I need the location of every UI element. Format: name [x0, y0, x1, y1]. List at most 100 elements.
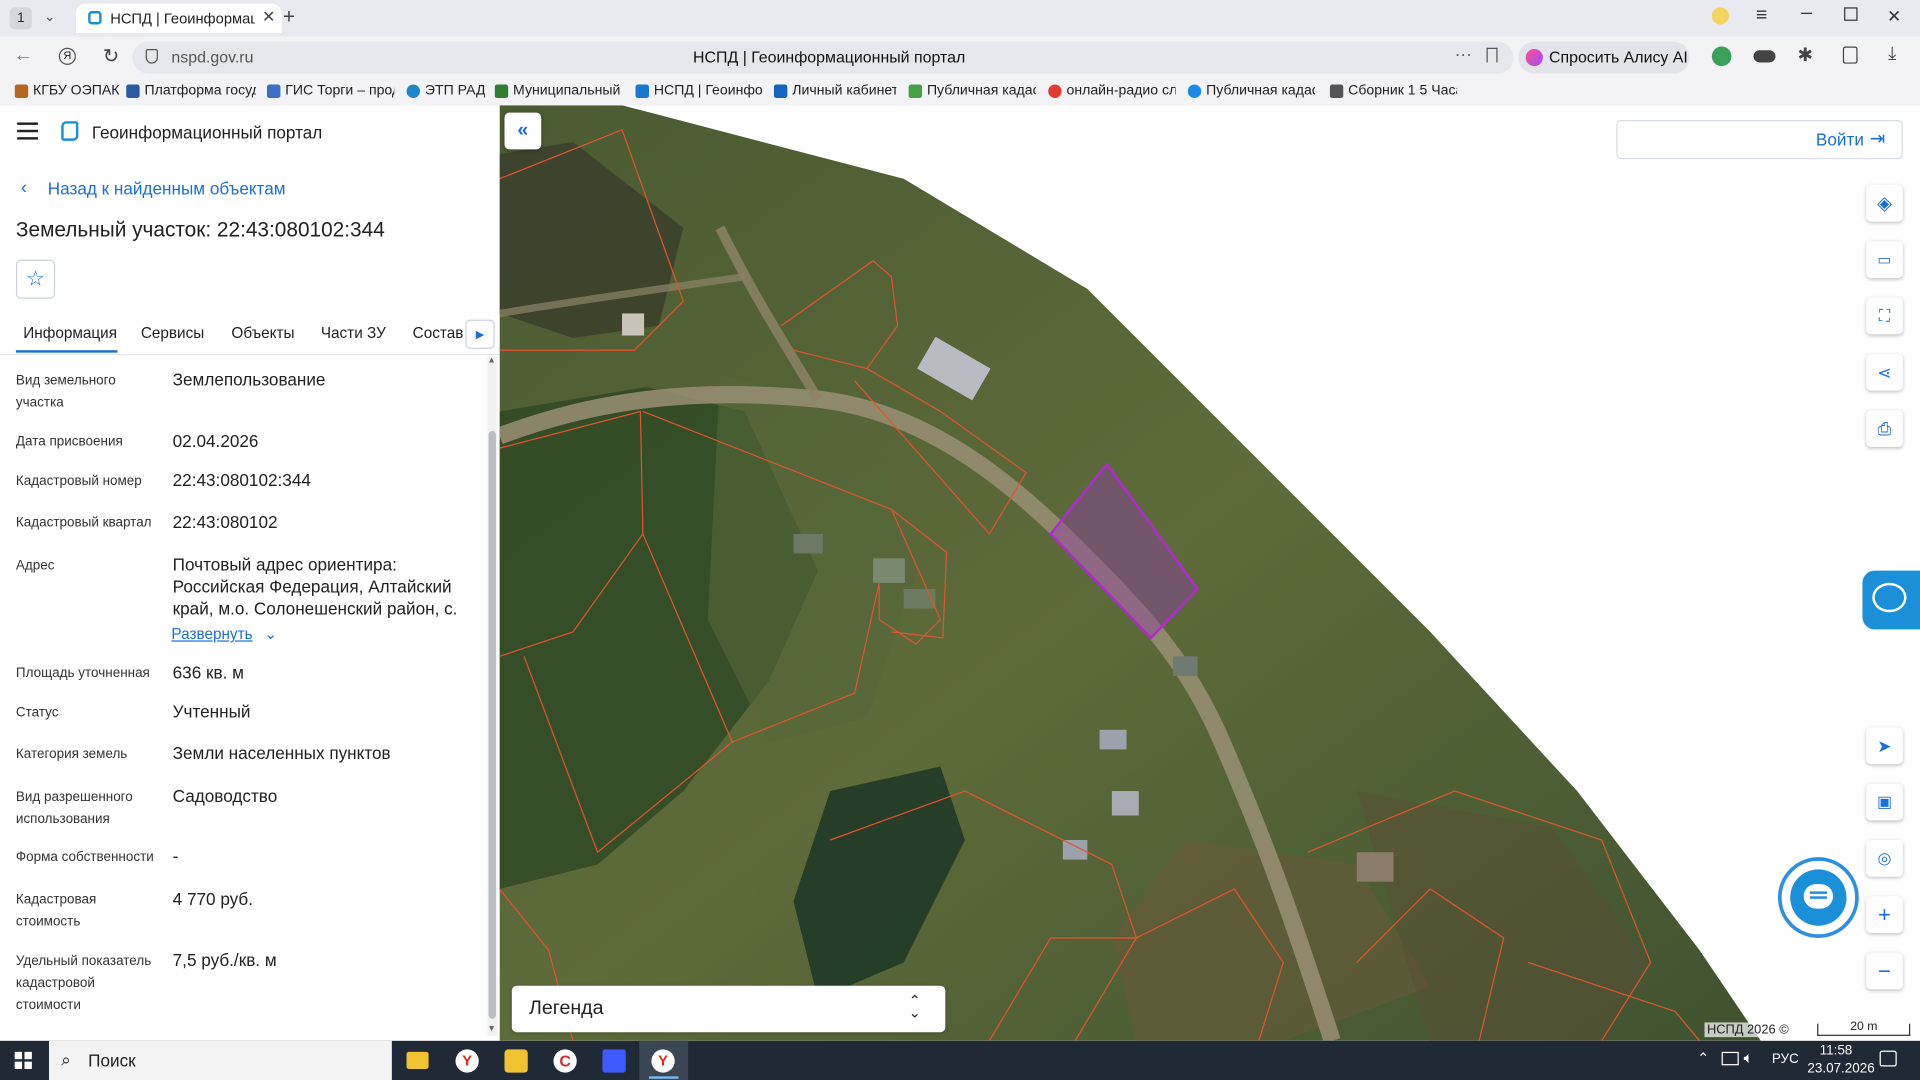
field-value: 02.04.2026	[172, 431, 259, 451]
puzzle-icon[interactable]: ✱	[1798, 44, 1813, 66]
active-tab[interactable]: НСПД | Геоинформаци ✕	[75, 3, 282, 34]
login-button[interactable]: Войти ⇥	[1616, 120, 1903, 160]
app-icon[interactable]	[504, 1049, 528, 1073]
bookmark-label: Платформа госуд	[144, 83, 256, 98]
favorite-button[interactable]: ☆	[15, 259, 56, 299]
plus-icon: +	[1878, 901, 1891, 927]
bookmark-favicon-icon	[1329, 83, 1344, 98]
alice-icon	[1525, 48, 1543, 67]
bookmark-item[interactable]: Платформа госуд	[126, 83, 256, 98]
zoom-in-button[interactable]: +	[1866, 896, 1903, 934]
minimize-icon[interactable]: –	[1801, 2, 1812, 24]
bookmark-item[interactable]: НСПД | Геоинфор	[635, 83, 763, 98]
url-field[interactable]: nspd.gov.ru НСПД | Геоинформационный пор…	[132, 41, 1514, 74]
protect-icon[interactable]	[1711, 46, 1732, 67]
chat-widget-tab[interactable]	[1862, 570, 1920, 630]
back-link[interactable]: Назад к найденным объектам	[48, 179, 286, 199]
new-tab-icon[interactable]: +	[283, 5, 295, 29]
field-label: Форма собственности	[15, 849, 154, 865]
bookmark-item[interactable]: КГБУ ОЭПАК	[14, 83, 120, 98]
satellite-map[interactable]	[499, 105, 1920, 1041]
alice-label: Спросить Алису AI	[1548, 47, 1688, 67]
tabs-scroll-right-button[interactable]: ▶	[465, 319, 495, 349]
tab-counter[interactable]: 1	[9, 7, 32, 30]
app-c-icon[interactable]: C	[553, 1049, 577, 1073]
clock-time[interactable]: 11:58	[1820, 1043, 1853, 1058]
yandex-browser-icon[interactable]: Y	[455, 1049, 479, 1073]
bookmark-item[interactable]: Муниципальный	[494, 83, 622, 98]
layers-button[interactable]: ◈	[1866, 184, 1903, 222]
collections-icon[interactable]	[1842, 46, 1858, 64]
scroll-up-arrow-icon[interactable]: ▲	[487, 356, 495, 365]
support-chat-button[interactable]	[1777, 857, 1859, 938]
download-icon[interactable]: ⤓	[1888, 43, 1896, 64]
geo-search-icon: ◎	[1877, 848, 1892, 867]
bookmark-item[interactable]: онлайн-радио слу	[1048, 83, 1176, 98]
clock-date[interactable]: 23.07.2026	[1807, 1062, 1874, 1077]
bookmark-label: Личный кабинет	[792, 83, 897, 98]
tab-parts[interactable]: Части ЗУ	[321, 324, 386, 341]
share-button[interactable]: ⋖	[1866, 353, 1903, 391]
scroll-down-arrow-icon[interactable]: ▼	[487, 1025, 495, 1034]
more-dots-icon[interactable]: ···	[1455, 44, 1472, 64]
volume-icon[interactable]: 🔈︎	[1744, 1048, 1754, 1068]
bookmark-icon[interactable]	[1486, 47, 1498, 63]
tab-information[interactable]: Информация	[23, 324, 117, 341]
close-tab-icon[interactable]: ✕	[262, 7, 275, 27]
tab-services[interactable]: Сервисы	[141, 324, 204, 341]
field-label: Вид разрешенного использования	[15, 789, 133, 827]
notifications-icon[interactable]	[1879, 1050, 1897, 1067]
bookmark-label: Муниципальный	[513, 83, 621, 98]
expand-link[interactable]: Развернуть ⌄	[171, 624, 277, 643]
extension-cloud-icon[interactable]	[1753, 50, 1776, 63]
bookmark-item[interactable]: Публичная кадас	[908, 83, 1036, 98]
zoom-out-button[interactable]: −	[1866, 952, 1903, 990]
ruler-button[interactable]: ▭	[1866, 241, 1903, 278]
sparkle-icon[interactable]	[1711, 7, 1729, 25]
back-arrow-icon[interactable]: ←	[13, 45, 33, 67]
bookmark-favicon-icon	[266, 83, 281, 98]
bookmark-item[interactable]: ГИС Торги – прод	[266, 83, 394, 98]
url-text: nspd.gov.ru	[171, 47, 254, 67]
close-window-icon[interactable]: ✕	[1887, 6, 1901, 27]
geo-search-button[interactable]: ◎	[1866, 840, 1903, 877]
bookmark-item[interactable]: Сборник 1 5 Часа	[1329, 83, 1457, 98]
taskbar-search-box[interactable]: ⌕ Поиск	[48, 1040, 392, 1080]
caret-right-icon: ▶	[475, 328, 485, 341]
field-label: Кадастровый номер	[15, 473, 142, 489]
bookmark-item[interactable]: Публичная кадас	[1187, 83, 1315, 98]
restore-icon[interactable]	[1844, 7, 1858, 21]
tabs-dropdown-icon[interactable]: ⌄	[44, 9, 55, 25]
tab-objects[interactable]: Объекты	[231, 324, 294, 341]
panel-scrollbar-thumb[interactable]	[488, 431, 496, 1019]
windows-start-icon[interactable]	[14, 1051, 32, 1069]
tray-chevron-icon[interactable]: ⌃	[1697, 1049, 1709, 1066]
bookmark-item[interactable]: ЭТП РАД	[406, 83, 485, 98]
legend-dropdown[interactable]: Легенда ⌃ ⌄	[511, 985, 946, 1033]
active-yandex-browser-icon[interactable]: Y	[639, 1040, 689, 1080]
save-app-icon[interactable]	[602, 1049, 626, 1073]
building	[1099, 729, 1127, 750]
alice-button[interactable]: Спросить Алису AI	[1518, 41, 1690, 74]
file-explorer-icon[interactable]	[406, 1051, 429, 1069]
yandex-y-icon[interactable]: Я	[58, 47, 76, 65]
area-search-button[interactable]: ⛶	[1866, 297, 1903, 335]
locate-button[interactable]: ➤	[1866, 727, 1903, 765]
hamburger-icon[interactable]	[17, 122, 38, 140]
menu-icon[interactable]: ≡	[1756, 5, 1767, 27]
network-icon[interactable]	[1721, 1051, 1739, 1066]
minimap-button[interactable]: ▣	[1866, 783, 1903, 821]
building	[1356, 852, 1394, 882]
map-view[interactable]: « Войти ⇥ ◈ ▭ ⛶ ⋖ ⎙ ➤ ▣ ◎ + − Легенда ⌃ …	[499, 105, 1920, 1041]
nspd-favicon-icon	[88, 11, 102, 25]
back-chevron-icon[interactable]: ‹	[21, 178, 27, 199]
tab-composition[interactable]: Состав	[413, 324, 463, 341]
collapse-panel-button[interactable]: «	[504, 112, 542, 150]
print-button[interactable]: ⎙	[1866, 410, 1903, 447]
info-panel: Геоинформационный портал ‹ Назад к найде…	[0, 105, 500, 1041]
bookmark-item[interactable]: Личный кабинет	[773, 83, 897, 98]
reload-icon[interactable]: ↻	[103, 44, 119, 68]
building	[793, 533, 823, 554]
language-indicator[interactable]: РУС	[1772, 1052, 1799, 1067]
expand-label: Развернуть	[171, 625, 253, 643]
